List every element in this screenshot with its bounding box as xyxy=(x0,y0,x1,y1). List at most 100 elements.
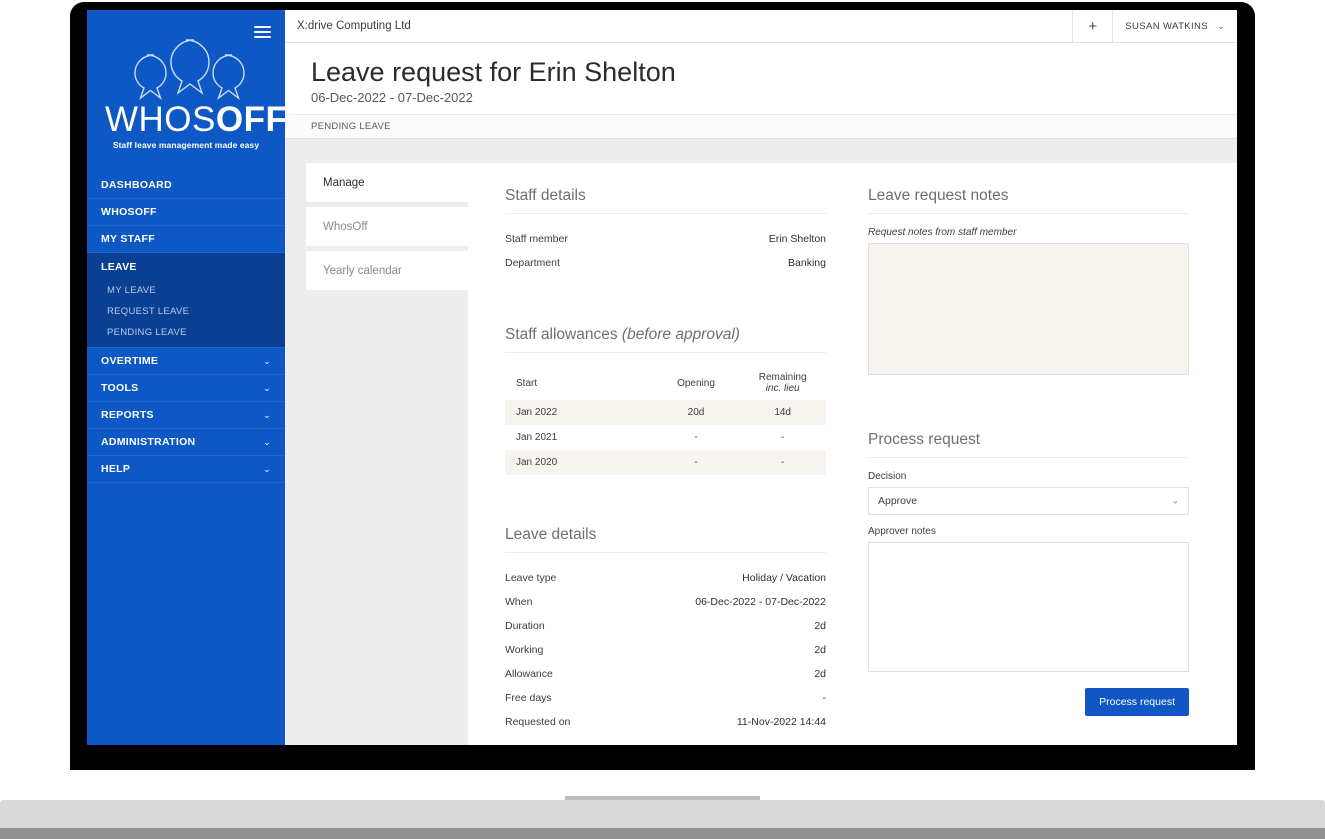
breadcrumb-item-pending-leave[interactable]: PENDING LEAVE xyxy=(311,121,391,132)
chevron-down-icon: ⌄ xyxy=(263,355,271,366)
tab-list: Manage WhosOff Yearly calendar xyxy=(306,163,468,745)
chevron-down-icon: ⌄ xyxy=(263,382,271,393)
topbar-actions: + SUSAN WATKINS ⌄ xyxy=(1072,10,1237,42)
process-request-heading: Process request xyxy=(868,431,1189,459)
sidebar: WHOSOFF® Staff leave management made eas… xyxy=(87,10,294,745)
leave-type-label: Leave type xyxy=(505,572,557,585)
sidebar-item-whosoff[interactable]: WHOSOFF xyxy=(87,199,285,226)
three-heads-icon xyxy=(134,39,245,100)
leave-type-row: Leave type Holiday / Vacation xyxy=(505,566,826,590)
leave-request-notes-heading: Leave request notes xyxy=(868,187,1189,215)
chevron-down-icon: ⌄ xyxy=(1217,20,1225,31)
table-row: Jan 2021 - - xyxy=(505,425,826,450)
sidebar-item-my-leave[interactable]: MY LEAVE xyxy=(87,280,285,301)
tab-yearly-calendar[interactable]: Yearly calendar xyxy=(306,251,468,291)
cell-start: Jan 2020 xyxy=(505,450,653,476)
cell-start: Jan 2022 xyxy=(505,400,653,426)
decision-label: Decision xyxy=(868,471,907,483)
working-label: Working xyxy=(505,644,544,657)
user-menu[interactable]: SUSAN WATKINS ⌄ xyxy=(1112,10,1237,42)
free-days-row: Free days - xyxy=(505,686,826,710)
sidebar-item-leave[interactable]: LEAVE xyxy=(87,253,285,280)
sidebar-item-my-staff[interactable]: MY STAFF xyxy=(87,226,285,253)
sidebar-item-label: ADMINISTRATION xyxy=(101,436,196,448)
table-row: Jan 2022 20d 14d xyxy=(505,400,826,426)
column-header-remaining: Remaining inc. lieu xyxy=(758,372,807,395)
duration-row: Duration 2d xyxy=(505,614,826,638)
sidebar-item-label: HELP xyxy=(101,463,131,475)
tab-label: Yearly calendar xyxy=(323,264,402,277)
sidebar-item-administration[interactable]: ADMINISTRATION ⌄ xyxy=(87,429,285,456)
when-row: When 06-Dec-2022 - 07-Dec-2022 xyxy=(505,590,826,614)
decision-select[interactable]: Approve xyxy=(868,487,1189,516)
hamburger-icon[interactable] xyxy=(254,26,271,38)
department-value: Banking xyxy=(788,257,826,270)
working-value: 2d xyxy=(814,644,826,657)
add-icon[interactable]: + xyxy=(1072,10,1112,42)
sidebar-item-dashboard[interactable]: DASHBOARD xyxy=(87,172,285,199)
working-row: Working 2d xyxy=(505,638,826,662)
monitor-stand-base-shadow xyxy=(0,828,1325,839)
requested-on-value: 11-Nov-2022 14:44 xyxy=(736,716,826,729)
staff-allowances-heading: Staff allowances (before approval) xyxy=(505,326,826,354)
sidebar-item-label: OVERTIME xyxy=(101,355,159,367)
department-label: Department xyxy=(505,257,560,270)
cell-remaining: - xyxy=(780,432,785,444)
allowance-row: Allowance 2d xyxy=(505,662,826,686)
page-title: Leave request for Erin Shelton xyxy=(311,57,676,87)
cell-start: Jan 2021 xyxy=(516,432,558,444)
logo-tagline: Staff leave management made easy xyxy=(112,140,260,150)
company-name: X:drive Computing Ltd xyxy=(297,20,411,32)
page-header: Leave request for Erin Shelton 06-Dec-20… xyxy=(285,43,1237,115)
sidebar-item-overtime[interactable]: OVERTIME ⌄ xyxy=(87,348,285,375)
approver-notes-textarea[interactable] xyxy=(868,542,1189,673)
sidebar-item-help[interactable]: HELP ⌄ xyxy=(87,456,285,483)
breadcrumb: PENDING LEAVE xyxy=(285,114,1237,140)
department-row: Department Banking xyxy=(505,251,826,275)
cell-remaining: 14d xyxy=(739,400,826,426)
process-request-button[interactable]: Process request xyxy=(1085,688,1189,717)
sidebar-item-label: DASHBOARD xyxy=(101,179,172,191)
cell-opening: - xyxy=(652,450,740,476)
request-notes-textarea[interactable] xyxy=(868,243,1189,376)
sidebar-item-pending-leave[interactable]: PENDING LEAVE xyxy=(87,322,285,343)
tab-whosoff[interactable]: WhosOff xyxy=(306,207,468,247)
tab-label: Manage xyxy=(323,176,365,189)
duration-value: 2d xyxy=(814,620,826,633)
sidebar-group-leave: LEAVE MY LEAVE REQUEST LEAVE PENDING LEA… xyxy=(87,253,285,348)
cell-opening: - xyxy=(694,432,698,444)
logo-wordmark: WHOSOFF® xyxy=(105,102,295,137)
monitor-stand-base xyxy=(0,800,1325,830)
chevron-down-icon: ⌄ xyxy=(263,436,271,447)
manage-panel: Staff details Staff member Erin Shelton … xyxy=(468,163,1237,745)
staff-details-heading: Staff details xyxy=(505,187,826,215)
when-label: When xyxy=(505,596,533,609)
allowance-value: 2d xyxy=(814,668,826,681)
sidebar-item-reports[interactable]: REPORTS ⌄ xyxy=(87,402,285,429)
staff-allowances-heading-em: (before approval) xyxy=(621,326,740,344)
request-notes-label: Request notes from staff member xyxy=(868,227,1017,239)
tab-manage[interactable]: Manage xyxy=(306,163,468,203)
leave-details-heading: Leave details xyxy=(505,526,826,554)
duration-label: Duration xyxy=(505,620,545,633)
table-row: Jan 2020 - - xyxy=(505,450,826,476)
user-name-label: SUSAN WATKINS xyxy=(1125,20,1209,32)
sidebar-item-label: TOOLS xyxy=(101,382,139,394)
sidebar-item-tools[interactable]: TOOLS ⌄ xyxy=(87,375,285,402)
right-column: Leave request notes Request notes from s… xyxy=(868,187,1189,745)
sidebar-item-request-leave[interactable]: REQUEST LEAVE xyxy=(87,301,285,322)
tab-label: WhosOff xyxy=(323,220,368,233)
page-subtitle: 06-Dec-2022 - 07-Dec-2022 xyxy=(311,90,473,106)
staff-allowances-heading-main: Staff allowances xyxy=(505,326,622,344)
free-days-value: - xyxy=(822,692,827,705)
decision-select-wrapper: Approve ⌄ xyxy=(868,487,1189,516)
sidebar-item-label: REPORTS xyxy=(101,409,154,421)
sidebar-item-label: MY STAFF xyxy=(101,233,155,245)
staff-allowances-table: Start Opening Remaining inc. lieu Jan 20… xyxy=(505,366,826,476)
logo-word-thin: WHOS xyxy=(105,100,216,139)
left-column: Staff details Staff member Erin Shelton … xyxy=(505,187,826,745)
cell-remaining: - xyxy=(739,450,826,476)
chevron-down-icon: ⌄ xyxy=(263,463,271,474)
approver-notes-label: Approver notes xyxy=(868,526,936,538)
requested-on-row: Requested on 11-Nov-2022 14:44 xyxy=(505,710,826,734)
